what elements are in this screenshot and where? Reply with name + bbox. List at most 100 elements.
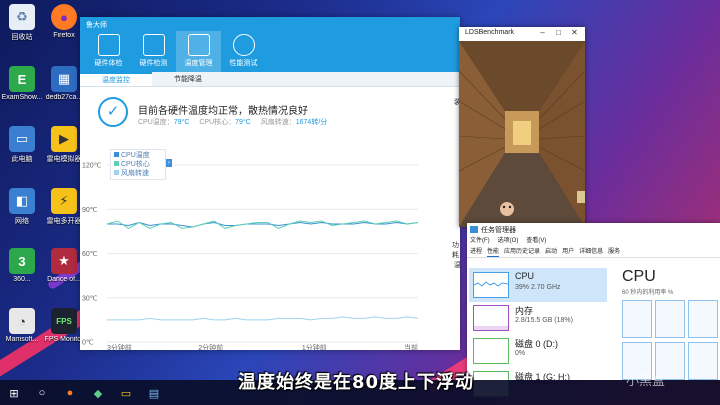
legend-label: 风扇转速 <box>121 170 149 177</box>
nav-label: 硬件体检 <box>94 60 123 67</box>
core-graph <box>688 342 718 380</box>
nav-hardware-checkup[interactable]: 硬件体检 <box>86 31 131 72</box>
detail-subtitle: 60 秒内的利用率 % <box>622 290 674 296</box>
desktop-icon[interactable]: ▭ 此电脑 <box>0 126 44 164</box>
minimize-icon[interactable]: – <box>537 28 548 37</box>
window-title: 鲁大师 <box>86 22 107 29</box>
desktop-icon[interactable]: ◧ 网络 <box>0 188 44 226</box>
benchmark-scene <box>459 41 585 227</box>
core-graph <box>688 300 718 338</box>
nav-hardware-detect[interactable]: 硬件检测 <box>131 31 176 72</box>
resource-list: CPU 39% 2.70 GHz 内存 2.8/15.5 GB (18%) 磁盘… <box>467 268 607 397</box>
metric-value: 79°C <box>173 119 190 126</box>
resource-usage: 39% 2.70 GHz <box>515 284 561 291</box>
tab-users[interactable]: 用户 <box>562 247 574 257</box>
legend-swatch <box>114 152 119 157</box>
network-icon: ◧ <box>9 188 35 214</box>
tm-tabs: 进程 性能 应用历史记录 启动 用户 详细信息 服务 <box>467 247 720 258</box>
360-icon: 3 <box>9 248 35 274</box>
tab-performance[interactable]: 性能 <box>487 247 500 257</box>
desktop-icon[interactable]: ♻ 回收站 <box>0 4 44 42</box>
status-metrics: CPU温度：79°C CPU核心：79°C 风扇转速：1674转/分 <box>138 117 335 127</box>
gauge-icon <box>232 34 255 56</box>
firefox-icon: ● <box>51 4 77 30</box>
app-icon: ▦ <box>51 66 77 92</box>
metric-label: CPU核心： <box>199 119 236 126</box>
desktop-icon[interactable]: ◔ Mamsoft... <box>0 308 44 343</box>
tab-energy-saving[interactable]: 节能降温 <box>152 72 224 86</box>
window-title: LDSBenchmark <box>465 29 515 36</box>
this-pc-icon: ▭ <box>9 126 35 152</box>
check-icon: ✓ <box>98 97 128 127</box>
menu-file[interactable]: 文件(F) <box>470 236 490 247</box>
start-windows-icon[interactable]: ⊞ <box>6 385 22 401</box>
dungeon-corridor-image <box>459 41 585 227</box>
nav-temperature[interactable]: 温度管理 <box>176 31 221 72</box>
temperature-chart: 120℃ 90℃ 60℃ 30℃ 0℃ 3分钟前 2分钟前 1分钟前 当前 CPU温度 CPU核… <box>80 137 460 352</box>
desktop-icon[interactable]: E ExamShow... <box>0 66 44 101</box>
video-caption: 温度始终是在80度上下浮动 <box>238 372 475 393</box>
cpu-detail-panel: CPU 60 秒内的利用率 % <box>618 268 720 380</box>
nav-label: 硬件检测 <box>139 60 168 67</box>
lds-titlebar: LDSBenchmark – □ ✕ <box>459 27 585 41</box>
close-icon[interactable]: ✕ <box>569 28 580 37</box>
examshow-icon: E <box>9 66 35 92</box>
firefox-icon[interactable]: ● <box>62 385 78 401</box>
resource-name: CPU <box>515 271 535 281</box>
task-manager-icon <box>470 226 478 233</box>
legend-collapse-icon[interactable]: › <box>166 159 172 167</box>
thermometer-chart-icon <box>187 34 210 56</box>
tab-services[interactable]: 服务 <box>608 247 620 257</box>
ludashi-nav: 硬件体检 硬件检测 温度管理 性能测试 <box>86 31 266 72</box>
monitor-check-icon <box>97 34 120 56</box>
y-tick-label: 90℃ <box>82 207 98 214</box>
x-tick-label: 3分钟前 <box>107 343 132 350</box>
cpu-core-graphs <box>622 300 720 380</box>
tm-titlebar: 任务管理器 <box>467 223 720 236</box>
resource-usage: 0% <box>515 350 526 357</box>
tm-menu: 文件(F) 选项(O) 查看(V) <box>467 236 720 247</box>
resource-disk-0[interactable]: 磁盘 0 (D:) 0% <box>469 334 607 368</box>
nav-label: 性能测试 <box>229 60 258 67</box>
desktop-icon-label: ExamShow... <box>1 94 43 101</box>
legend-swatch <box>114 161 119 166</box>
desktop-icons: ♻ 回收站 ● Firefox E ExamShow... ▦ dedb27ca… <box>0 0 90 380</box>
desktop-icon-label: 360... <box>13 276 31 283</box>
tab-startup[interactable]: 启动 <box>545 247 557 257</box>
desktop-icon[interactable]: 3 360... <box>0 248 44 283</box>
tab-processes[interactable]: 进程 <box>470 247 482 257</box>
menu-view[interactable]: 查看(V) <box>526 236 546 247</box>
legend-item[interactable]: 风扇转速 <box>114 169 162 178</box>
maximize-icon[interactable]: □ <box>553 28 564 37</box>
series-line-2 <box>107 316 419 321</box>
resource-name: 内存 <box>515 306 534 316</box>
app-icon[interactable]: ◆ <box>90 385 106 401</box>
legend-swatch <box>114 170 119 175</box>
resource-cpu[interactable]: CPU 39% 2.70 GHz <box>469 268 607 302</box>
folder-icon[interactable]: ▭ <box>118 385 134 401</box>
tab-details[interactable]: 详细信息 <box>579 247 603 257</box>
search-icon[interactable]: ○ <box>34 385 50 401</box>
disk-mini-graph <box>473 338 509 364</box>
tab-temperature-monitor[interactable]: 温度监控 <box>80 72 152 86</box>
desktop-icon-label: 网络 <box>15 218 29 225</box>
metric-value: 1674转/分 <box>295 119 328 126</box>
resource-memory[interactable]: 内存 2.8/15.5 GB (18%) <box>469 301 607 335</box>
y-tick-label: 60℃ <box>82 251 98 258</box>
nav-performance[interactable]: 性能测试 <box>221 31 266 72</box>
detail-title: CPU <box>622 268 656 285</box>
metric-value: 79°C <box>235 119 251 126</box>
resource-name: 磁盘 0 (D:) <box>515 339 559 349</box>
menu-options[interactable]: 选项(O) <box>498 236 519 247</box>
tab-app-history[interactable]: 应用历史记录 <box>504 247 540 257</box>
metric-label: 风扇转速： <box>260 119 296 126</box>
chip-icon <box>142 34 165 56</box>
fps-monitor-icon: FPS <box>51 308 77 334</box>
legend-item[interactable]: CPU核心 <box>114 160 162 169</box>
mamsoft-icon: ◔ <box>9 308 35 334</box>
task-manager-icon[interactable]: ▤ <box>146 385 162 401</box>
legend-item[interactable]: CPU温度 <box>114 151 162 160</box>
desktop-icon-label: Mamsoft... <box>5 336 39 343</box>
memory-mini-graph <box>473 305 509 331</box>
y-tick-label: 30℃ <box>82 295 98 302</box>
